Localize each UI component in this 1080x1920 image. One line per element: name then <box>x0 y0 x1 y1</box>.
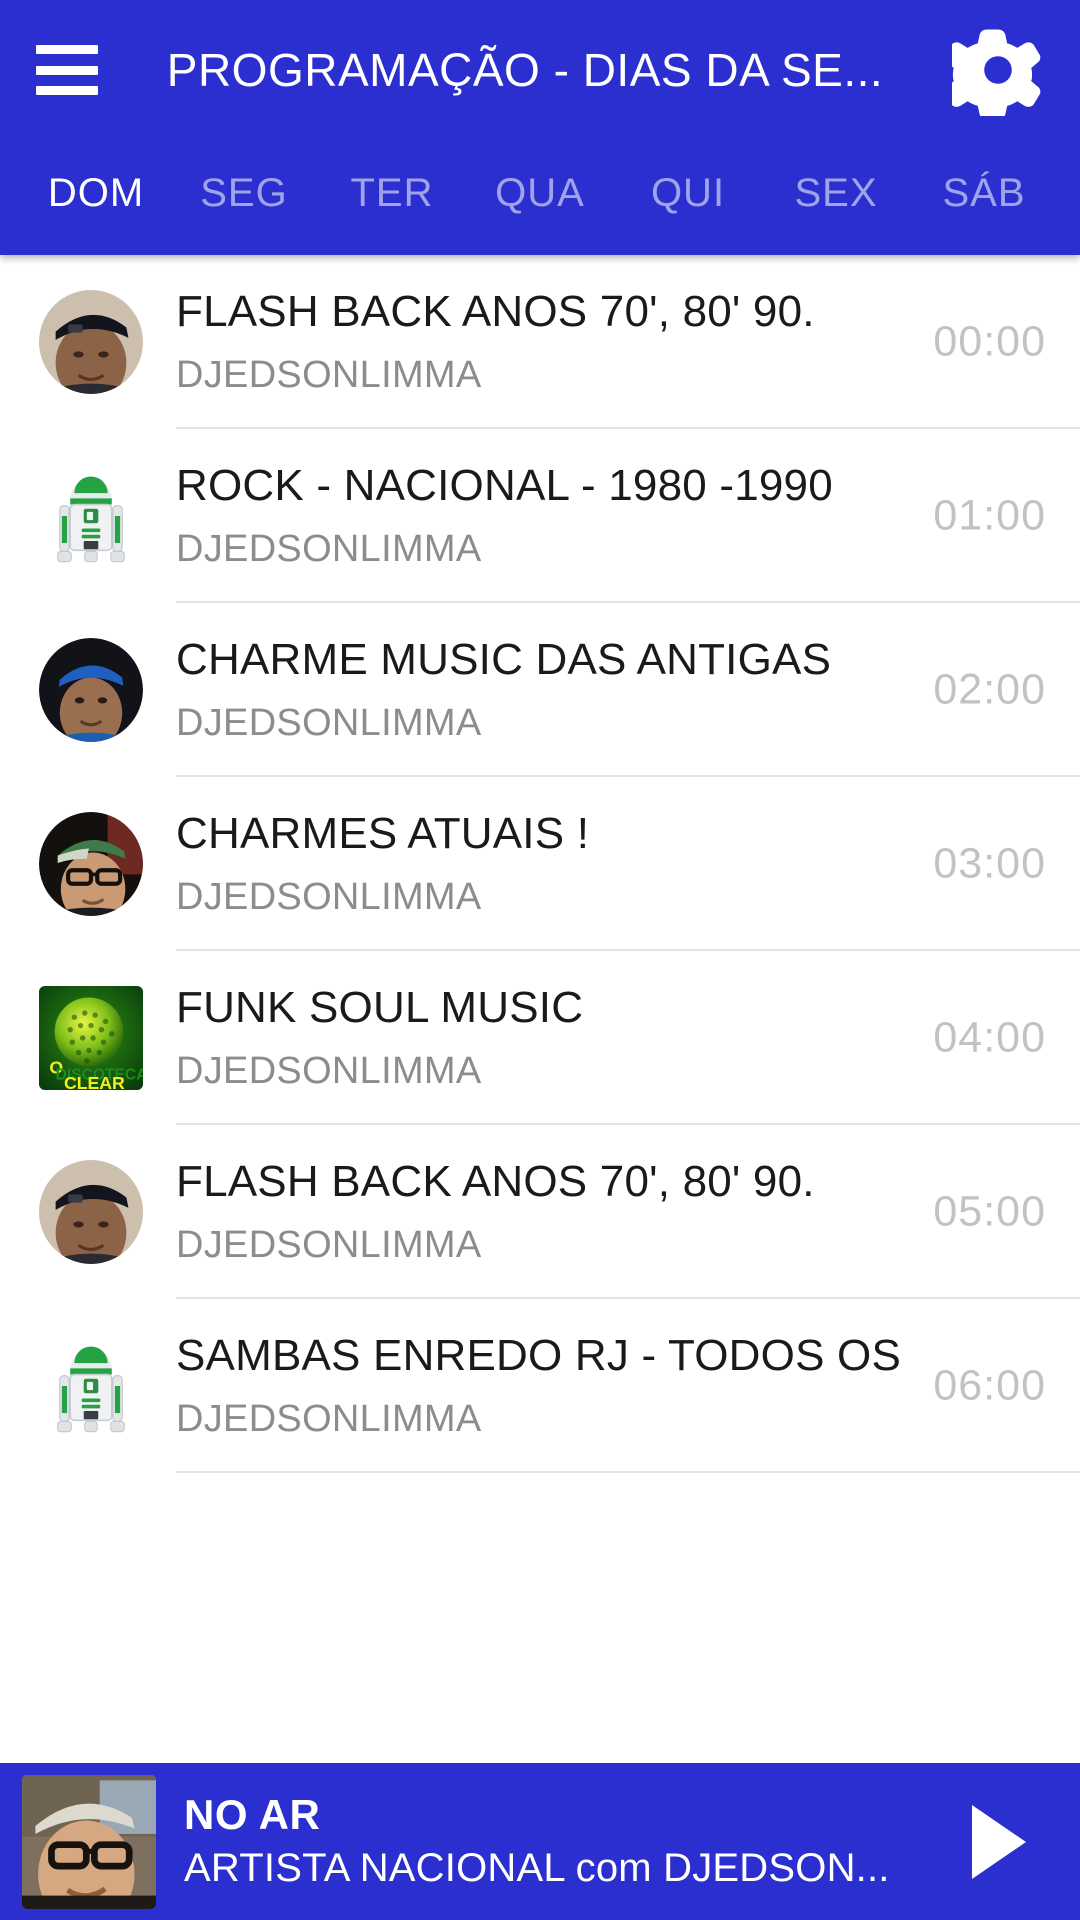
table-row[interactable]: FLASH BACK ANOS 70', 80' 90. DJEDSONLIMM… <box>0 255 1080 429</box>
row-body: CHARMES ATUAIS ! DJEDSONLIMMA <box>176 777 1080 919</box>
avatar <box>39 638 143 742</box>
tab-sex[interactable]: SEX <box>762 171 910 216</box>
avatar <box>39 1160 143 1264</box>
program-host: DJEDSONLIMMA <box>176 875 482 918</box>
svg-text:CLEAR: CLEAR <box>64 1073 125 1090</box>
table-row[interactable]: SAMBAS ENREDO RJ - TODOS OS DJEDSONLIMMA… <box>0 1299 1080 1473</box>
app-bar: PROGRAMAÇÃO - DIAS DA SE... DOM SEG TER … <box>0 0 1080 255</box>
program-title: CHARME MUSIC DAS ANTIGAS <box>176 637 832 684</box>
row-body: FUNK SOUL MUSIC DJEDSONLIMMA <box>176 951 1080 1093</box>
tab-ter[interactable]: TER <box>318 171 466 216</box>
now-playing-thumbnail <box>22 1774 156 1909</box>
hamburger-bar <box>36 65 98 75</box>
row-body: CHARME MUSIC DAS ANTIGAS DJEDSONLIMMA <box>176 603 1080 745</box>
tab-sab[interactable]: SÁB <box>910 171 1058 216</box>
avatar <box>39 812 143 916</box>
hamburger-menu-icon[interactable] <box>36 45 98 95</box>
row-body: SAMBAS ENREDO RJ - TODOS OS DJEDSONLIMMA <box>176 1299 1080 1441</box>
program-title: CHARMES ATUAIS ! <box>176 811 590 858</box>
program-host: DJEDSONLIMMA <box>176 353 482 396</box>
tab-seg[interactable]: SEG <box>170 171 318 216</box>
avatar <box>39 464 143 568</box>
gear-icon[interactable] <box>952 24 1044 116</box>
status-badge: NO AR <box>184 1790 321 1838</box>
row-body: FLASH BACK ANOS 70', 80' 90. DJEDSONLIMM… <box>176 255 1080 397</box>
row-divider <box>176 1471 1080 1473</box>
table-row[interactable]: O DISCOTECA CLEAR FUNK SOUL MUSIC DJEDSO… <box>0 951 1080 1125</box>
tab-dom[interactable]: DOM <box>22 171 170 216</box>
program-host: DJEDSONLIMMA <box>176 1397 482 1440</box>
table-row[interactable]: CHARME MUSIC DAS ANTIGAS DJEDSONLIMMA 02… <box>0 603 1080 777</box>
program-title: SAMBAS ENREDO RJ - TODOS OS <box>176 1333 902 1380</box>
avatar: O DISCOTECA CLEAR <box>39 986 143 1090</box>
avatar-cell <box>0 429 176 603</box>
tab-qua[interactable]: QUA <box>466 171 614 216</box>
hamburger-bar <box>36 45 98 54</box>
avatar-cell <box>0 1125 176 1299</box>
now-playing-track: ARTISTA NACIONAL com DJEDSON... <box>184 1846 890 1891</box>
program-title: FUNK SOUL MUSIC <box>176 985 584 1032</box>
program-title: FLASH BACK ANOS 70', 80' 90. <box>176 1159 815 1206</box>
program-host: DJEDSONLIMMA <box>176 1223 482 1266</box>
avatar-cell <box>0 1299 176 1473</box>
avatar <box>39 1334 143 1438</box>
avatar <box>39 290 143 394</box>
program-host: DJEDSONLIMMA <box>176 527 482 570</box>
hamburger-bar <box>36 86 98 95</box>
avatar-cell <box>0 777 176 951</box>
avatar-cell <box>0 603 176 777</box>
avatar-cell: O DISCOTECA CLEAR <box>0 951 176 1125</box>
now-playing-bar[interactable]: NO AR ARTISTA NACIONAL com DJEDSON... <box>0 1763 1080 1920</box>
table-row[interactable]: FLASH BACK ANOS 70', 80' 90. DJEDSONLIMM… <box>0 1125 1080 1299</box>
page-title: PROGRAMAÇÃO - DIAS DA SE... <box>166 44 884 96</box>
tab-qui[interactable]: QUI <box>614 171 762 216</box>
program-title: FLASH BACK ANOS 70', 80' 90. <box>176 289 815 336</box>
program-host: DJEDSONLIMMA <box>176 1049 482 1092</box>
row-body: FLASH BACK ANOS 70', 80' 90. DJEDSONLIMM… <box>176 1125 1080 1267</box>
app-bar-top: PROGRAMAÇÃO - DIAS DA SE... <box>0 0 1080 140</box>
table-row[interactable]: ROCK - NACIONAL - 1980 -1990 DJEDSONLIMM… <box>0 429 1080 603</box>
program-host: DJEDSONLIMMA <box>176 701 482 744</box>
play-button[interactable] <box>944 1787 1054 1897</box>
schedule-list[interactable]: FLASH BACK ANOS 70', 80' 90. DJEDSONLIMM… <box>0 255 1080 1920</box>
day-tabs: DOM SEG TER QUA QUI SEX SÁB <box>0 140 1080 255</box>
avatar-cell <box>0 255 176 429</box>
table-row[interactable]: CHARMES ATUAIS ! DJEDSONLIMMA 03:00 <box>0 777 1080 951</box>
program-title: ROCK - NACIONAL - 1980 -1990 <box>176 463 833 510</box>
now-playing-text: NO AR ARTISTA NACIONAL com DJEDSON... <box>156 1790 944 1891</box>
play-triangle-icon <box>972 1804 1026 1879</box>
row-body: ROCK - NACIONAL - 1980 -1990 DJEDSONLIMM… <box>176 429 1080 571</box>
